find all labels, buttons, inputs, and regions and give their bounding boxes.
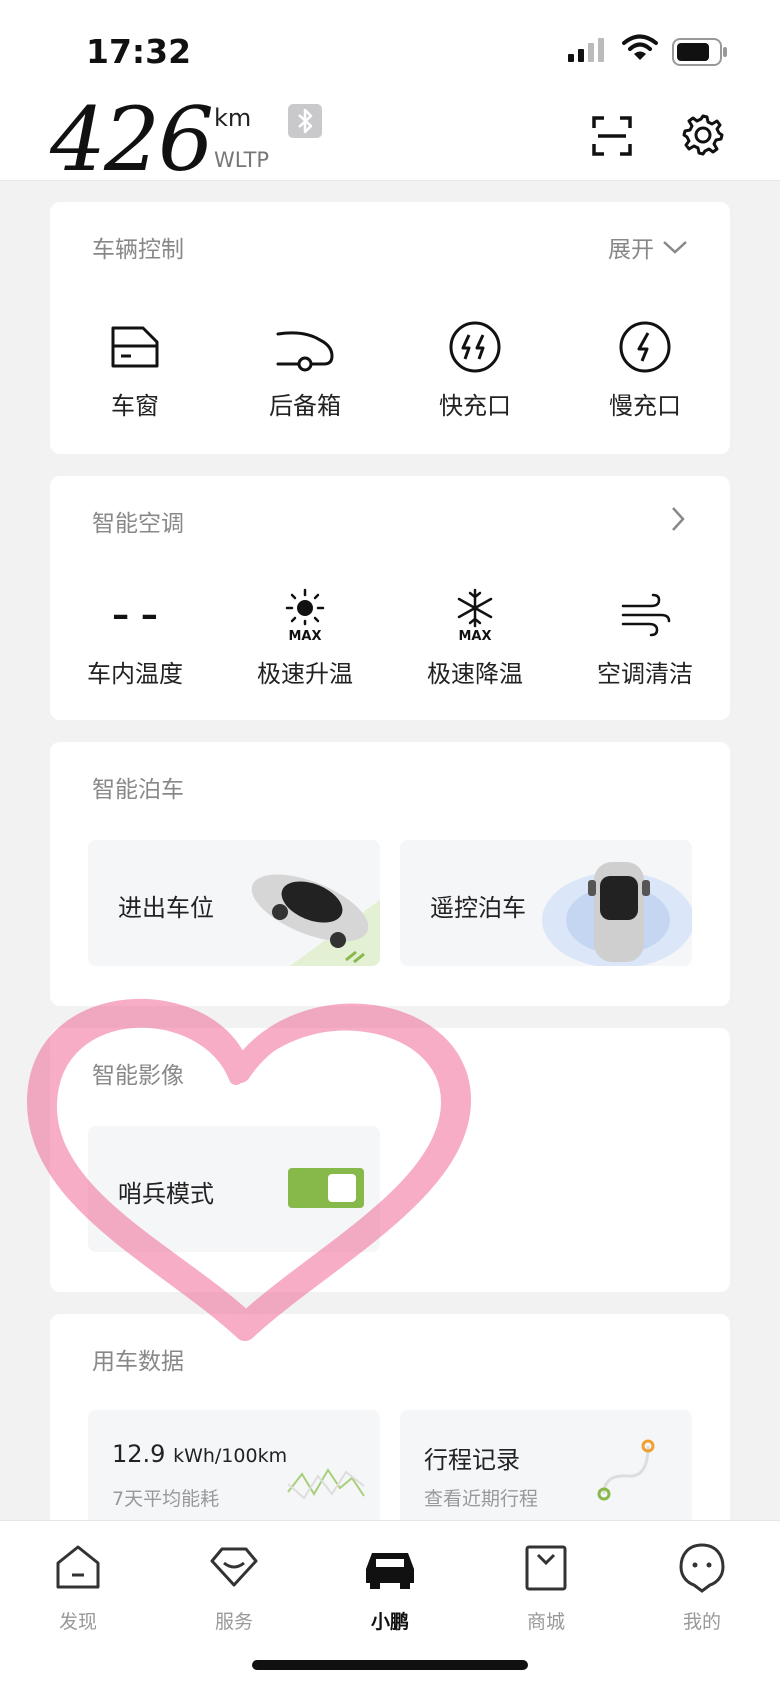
home-indicator[interactable] xyxy=(252,1660,528,1670)
tab-label: 商城 xyxy=(526,1611,565,1633)
mini-line-chart-icon xyxy=(287,1468,365,1500)
max-cool-label: 极速降温 xyxy=(427,660,523,688)
card-title: 智能泊车 xyxy=(92,777,184,803)
card-title: 智能影像 xyxy=(92,1063,184,1089)
cabin-temperature-label: 车内温度 xyxy=(87,660,183,688)
max-heat-icon: MAX xyxy=(285,588,325,642)
tab-label: 小鹏 xyxy=(370,1611,409,1633)
expand-button[interactable]: 展开 xyxy=(608,230,688,264)
profile-face-icon xyxy=(679,1543,725,1593)
sentry-mode-label: 哨兵模式 xyxy=(118,1180,214,1208)
range-unit: km xyxy=(214,104,252,132)
trip-records-tile[interactable]: 行程记录 查看近期行程 xyxy=(400,1410,692,1536)
slow-charge-control[interactable]: 慢充口 xyxy=(560,320,730,421)
chevron-down-icon xyxy=(663,241,687,254)
max-cool-icon: MAX xyxy=(457,588,493,642)
slow-charge-icon xyxy=(619,321,671,373)
cellular-signal-icon xyxy=(568,38,604,62)
route-icon xyxy=(597,1439,655,1501)
status-bar: 17:32 xyxy=(0,0,780,90)
energy-consumption-subtitle: 7天平均能耗 xyxy=(112,1488,220,1510)
car-image xyxy=(542,862,692,966)
window-label: 车窗 xyxy=(111,392,159,420)
card-title: 智能空调 xyxy=(92,511,184,537)
consumption-number: 12.9 xyxy=(112,1440,166,1468)
tab-mine[interactable]: 我的 xyxy=(647,1541,757,1634)
range-header: 426 km WLTP xyxy=(0,88,780,191)
max-cool-icon-text: MAX xyxy=(458,629,491,642)
parking-card: 智能泊车 进出车位 遥控泊车 xyxy=(50,742,730,1006)
fast-charge-control[interactable]: 快充口 xyxy=(390,320,560,421)
chevron-right-icon[interactable] xyxy=(670,506,686,532)
park-in-out-tile[interactable]: 进出车位 xyxy=(88,840,380,966)
wifi-icon xyxy=(622,34,658,60)
trip-records-title: 行程记录 xyxy=(424,1446,520,1474)
cabin-temperature[interactable]: – – 车内温度 xyxy=(50,588,220,689)
window-icon xyxy=(111,326,159,368)
expand-label: 展开 xyxy=(608,237,654,263)
toggle-knob xyxy=(328,1174,356,1202)
fast-charge-label: 快充口 xyxy=(439,392,511,420)
bluetooth-icon[interactable] xyxy=(288,104,322,138)
imaging-card: 智能影像 哨兵模式 xyxy=(50,1028,730,1292)
consumption-unit: kWh/100km xyxy=(173,1445,288,1467)
tab-label: 我的 xyxy=(682,1611,721,1633)
range-standard: WLTP xyxy=(214,148,270,172)
vehicle-control-card: 车辆控制 展开 车窗 后备箱 快充口 慢充口 xyxy=(50,202,730,454)
car-icon xyxy=(366,1553,414,1589)
fast-charge-icon xyxy=(449,321,501,373)
ac-clean-icon xyxy=(621,593,671,637)
max-heat-icon-text: MAX xyxy=(288,629,321,642)
trunk-label: 后备箱 xyxy=(269,392,341,420)
sentry-mode-tile: 哨兵模式 xyxy=(88,1126,380,1252)
remote-park-tile[interactable]: 遥控泊车 xyxy=(400,840,692,966)
shopping-bag-icon xyxy=(525,1545,567,1591)
trunk-control[interactable]: 后备箱 xyxy=(220,320,390,421)
trunk-icon xyxy=(276,331,334,372)
energy-consumption-value: 12.9 kWh/100km xyxy=(112,1440,287,1468)
service-icon xyxy=(210,1547,258,1587)
max-heat-label: 极速升温 xyxy=(257,660,353,688)
car-image xyxy=(251,874,380,966)
card-title: 车辆控制 xyxy=(92,237,184,263)
park-in-out-label: 进出车位 xyxy=(118,894,214,922)
tab-mall[interactable]: 商城 xyxy=(491,1541,601,1634)
battery-icon xyxy=(672,38,727,66)
ac-clean-label: 空调清洁 xyxy=(597,660,693,688)
max-heat-control[interactable]: MAX 极速升温 xyxy=(220,588,390,689)
tab-label: 服务 xyxy=(214,1611,253,1633)
window-control[interactable]: 车窗 xyxy=(50,320,220,421)
tab-xpeng[interactable]: 小鹏 xyxy=(335,1541,445,1634)
tab-discover[interactable]: 发现 xyxy=(23,1541,133,1634)
max-cool-control[interactable]: MAX 极速降温 xyxy=(390,588,560,689)
trip-records-subtitle: 查看近期行程 xyxy=(424,1488,539,1510)
slow-charge-label: 慢充口 xyxy=(609,392,681,420)
ac-clean-control[interactable]: 空调清洁 xyxy=(560,588,730,689)
climate-card: 智能空调 – – 车内温度 MAX 极速升温 MAX 极速降温 空调清洁 xyxy=(50,476,730,720)
range-value: 426 xyxy=(50,88,214,191)
home-icon xyxy=(56,1545,100,1589)
scan-icon[interactable] xyxy=(592,116,632,156)
card-title: 用车数据 xyxy=(92,1349,184,1375)
tab-service[interactable]: 服务 xyxy=(179,1541,289,1634)
temperature-value: – – xyxy=(112,595,158,635)
status-time: 17:32 xyxy=(86,32,192,71)
settings-gear-icon[interactable] xyxy=(682,114,724,156)
sentry-mode-toggle[interactable] xyxy=(288,1168,364,1208)
energy-consumption-tile[interactable]: 12.9 kWh/100km 7天平均能耗 xyxy=(88,1410,380,1536)
remote-park-label: 遥控泊车 xyxy=(430,894,526,922)
tab-label: 发现 xyxy=(58,1611,97,1633)
